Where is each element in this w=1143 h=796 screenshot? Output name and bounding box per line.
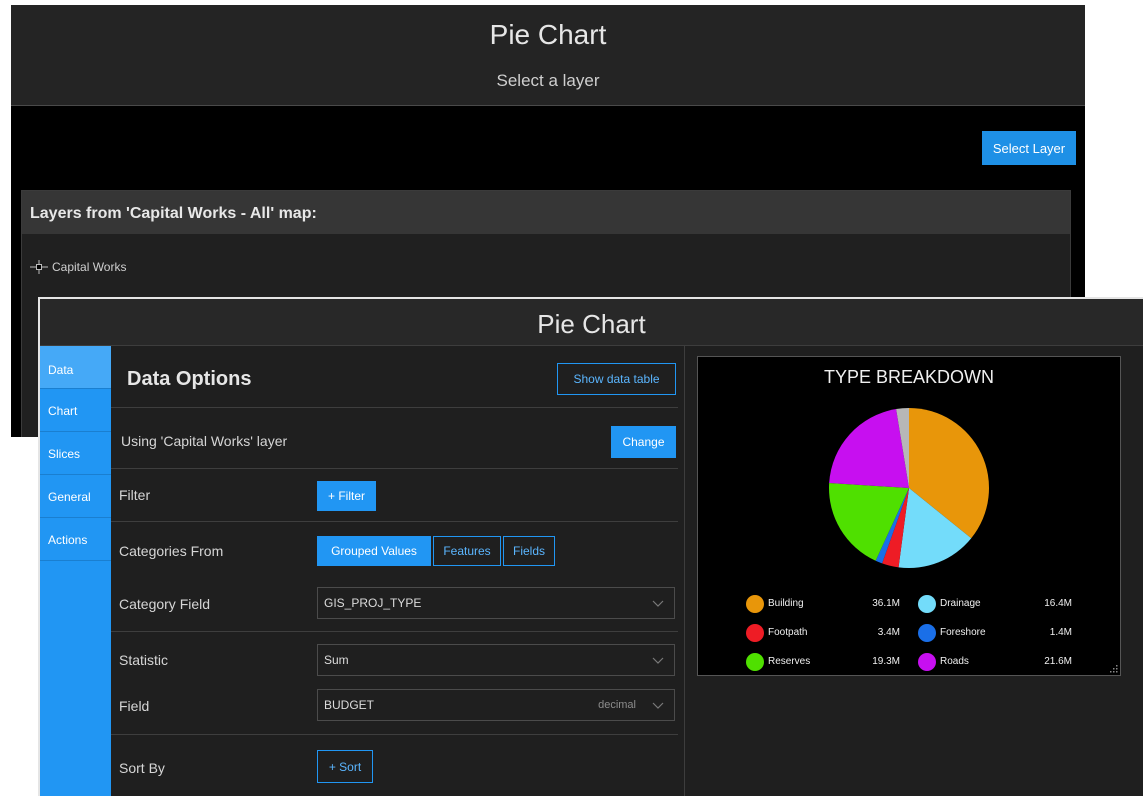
- legend-item-building[interactable]: Building 36.1M: [746, 595, 906, 613]
- chevron-down-icon: [652, 657, 664, 664]
- category-field-label: Category Field: [119, 596, 211, 612]
- legend-item-roads[interactable]: Roads 21.6M: [918, 653, 1078, 671]
- legend-label: Footpath: [768, 627, 808, 638]
- category-field-select[interactable]: GIS_PROJ_TYPE: [317, 587, 675, 619]
- legend-value: 1.4M: [1049, 627, 1072, 638]
- categories-from-label: Categories From: [119, 543, 224, 559]
- filter-label: Filter: [119, 487, 151, 503]
- sort-by-label: Sort By: [119, 760, 165, 776]
- front-panel-title: Pie Chart: [537, 309, 646, 339]
- nav-tab-chart[interactable]: Chart: [40, 389, 111, 432]
- legend-label: Roads: [940, 656, 969, 667]
- chevron-down-icon: [652, 600, 664, 607]
- change-layer-button[interactable]: Change: [611, 426, 676, 458]
- pie-slice-roads[interactable]: [829, 409, 909, 488]
- category-field-value: GIS_PROJ_TYPE: [324, 596, 422, 610]
- data-options-header: Data Options Show data table: [111, 346, 678, 408]
- back-panel-header: Pie Chart Select a layer: [11, 5, 1085, 106]
- using-layer-text: Using 'Capital Works' layer: [121, 433, 288, 449]
- layer-node-icon: [30, 260, 48, 274]
- statistic-value: Sum: [324, 653, 349, 667]
- front-panel-header: Pie Chart: [40, 299, 1143, 346]
- add-filter-button[interactable]: + Filter: [317, 481, 376, 511]
- nav-tab-data[interactable]: Data: [40, 346, 111, 389]
- field-value: BUDGET: [324, 698, 375, 712]
- features-button[interactable]: Features: [433, 536, 501, 566]
- statistic-select[interactable]: Sum: [317, 644, 675, 676]
- legend-value: 36.1M: [872, 598, 900, 609]
- sort-row: Sort By + Sort: [111, 735, 678, 796]
- chart-preview-area: TYPE BREAKDOWN Building 36.1M Drainage 16.4…: [685, 346, 1143, 796]
- legend-value: 3.4M: [877, 627, 900, 638]
- layers-list-header: Layers from 'Capital Works - All' map:: [22, 191, 1070, 234]
- grouped-values-button[interactable]: Grouped Values: [317, 536, 431, 566]
- data-options-panel: Data Options Show data table Using 'Capi…: [111, 346, 685, 796]
- show-data-table-button[interactable]: Show data table: [557, 363, 676, 395]
- data-options-title: Data Options: [127, 368, 252, 390]
- legend-value: 21.6M: [1044, 656, 1072, 667]
- legend-item-footpath[interactable]: Footpath 3.4M: [746, 624, 906, 642]
- nav-tab-slices[interactable]: Slices: [40, 432, 111, 475]
- legend-label: Reserves: [768, 656, 811, 667]
- legend-swatch: [918, 653, 936, 671]
- field-type: decimal: [598, 699, 636, 711]
- legend-swatch: [746, 595, 764, 613]
- statistic-label: Statistic: [119, 652, 169, 668]
- legend-label: Building: [768, 598, 804, 609]
- fields-button[interactable]: Fields: [503, 536, 555, 566]
- legend-item-drainage[interactable]: Drainage 16.4M: [918, 595, 1078, 613]
- legend-swatch: [918, 624, 936, 642]
- field-select[interactable]: BUDGET decimal: [317, 689, 675, 721]
- legend-item-reserves[interactable]: Reserves 19.3M: [746, 653, 906, 671]
- filter-row: Filter + Filter: [111, 469, 678, 522]
- front-pie-chart-panel: Pie Chart Data Chart Slices General Acti…: [38, 297, 1143, 796]
- statistic-section: Statistic Sum Field BUDGET decimal: [111, 632, 678, 735]
- layer-source-row: Using 'Capital Works' layer Change: [111, 408, 678, 469]
- legend-swatch: [746, 653, 764, 671]
- back-panel-subtitle: Select a layer: [496, 71, 600, 90]
- legend-label: Foreshore: [940, 627, 986, 638]
- categories-section: Categories From Grouped Values Features …: [111, 522, 678, 632]
- chart-title: TYPE BREAKDOWN: [823, 367, 995, 387]
- select-layer-button[interactable]: Select Layer: [982, 131, 1076, 165]
- legend-swatch: [918, 595, 936, 613]
- layer-item-capital-works[interactable]: Capital Works: [30, 259, 126, 275]
- layer-item-label: Capital Works: [52, 260, 127, 274]
- legend-value: 19.3M: [872, 656, 900, 667]
- side-nav: Data Chart Slices General Actions: [40, 346, 111, 796]
- legend-item-foreshore[interactable]: Foreshore 1.4M: [918, 624, 1078, 642]
- add-sort-button[interactable]: + Sort: [317, 750, 373, 783]
- legend-label: Drainage: [940, 598, 981, 609]
- back-panel-title: Pie Chart: [489, 19, 607, 50]
- field-label: Field: [119, 698, 150, 714]
- nav-tab-general[interactable]: General: [40, 475, 111, 518]
- legend-swatch: [746, 624, 764, 642]
- chart-card: TYPE BREAKDOWN Building 36.1M Drainage 16.4…: [697, 356, 1121, 676]
- resize-grip-icon[interactable]: [1109, 664, 1118, 673]
- legend-value: 16.4M: [1044, 598, 1072, 609]
- nav-tab-actions[interactable]: Actions: [40, 518, 111, 561]
- chevron-down-icon: [652, 702, 664, 709]
